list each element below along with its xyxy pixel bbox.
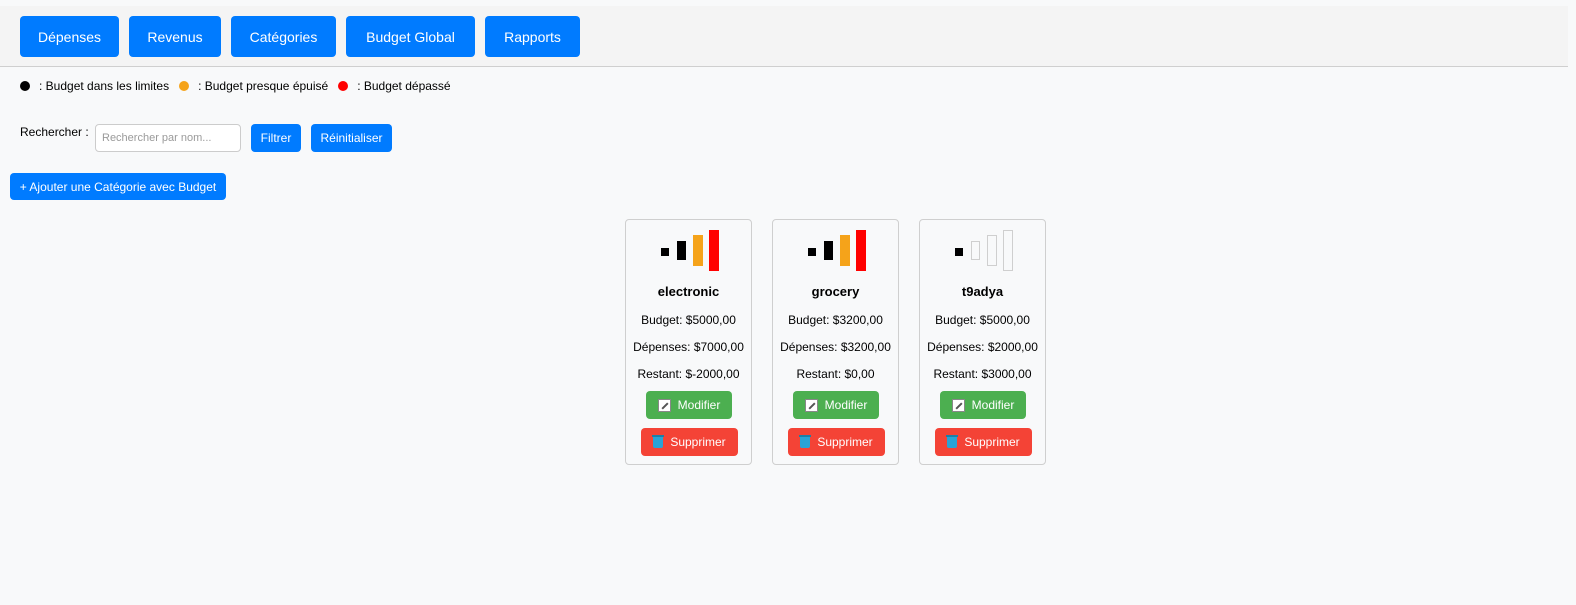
edit-label: Modifier: [971, 398, 1015, 412]
nav-rapports-button[interactable]: Rapports: [485, 16, 580, 57]
category-spent: Dépenses: $7000,00: [633, 340, 744, 354]
nav-revenus-button[interactable]: Revenus: [129, 16, 221, 57]
trash-icon: [652, 434, 665, 448]
budget-level-bar: [840, 235, 850, 266]
category-budget: Budget: $3200,00: [788, 313, 883, 327]
category-spent: Dépenses: $3200,00: [780, 340, 891, 354]
trash-icon: [799, 434, 812, 448]
budget-level-indicator: [626, 220, 753, 280]
edit-icon: [951, 398, 965, 412]
trash-icon: [946, 434, 959, 448]
budget-level-bar: [661, 248, 669, 256]
edit-label: Modifier: [824, 398, 868, 412]
top-navbar: Dépenses Revenus Catégories Budget Globa…: [0, 6, 1568, 67]
budget-level-bar: [856, 230, 866, 271]
delete-button[interactable]: Supprimer: [935, 428, 1032, 456]
search-label: Rechercher :: [20, 125, 89, 139]
edit-button[interactable]: Modifier: [940, 391, 1026, 419]
legend-item-within-limits: : Budget dans les limites: [20, 79, 169, 93]
category-name: electronic: [657, 284, 720, 299]
category-budget: Budget: $5000,00: [641, 313, 736, 327]
budget-level-bar: [709, 230, 719, 271]
delete-button[interactable]: Supprimer: [788, 428, 885, 456]
edit-icon: [657, 398, 671, 412]
search-input[interactable]: [95, 124, 241, 152]
edit-icon: [804, 398, 818, 412]
edit-button[interactable]: Modifier: [646, 391, 732, 419]
budget-level-bar: [955, 248, 963, 256]
legend-label: : Budget dépassé: [357, 79, 451, 93]
legend-item-exceeded: : Budget dépassé: [338, 79, 451, 93]
category-spent: Dépenses: $2000,00: [927, 340, 1038, 354]
delete-button[interactable]: Supprimer: [641, 428, 738, 456]
category-card: electronic Budget: $5000,00 Dépenses: $7…: [625, 219, 752, 465]
legend-label: : Budget presque épuisé: [198, 79, 329, 93]
add-category-button[interactable]: + Ajouter une Catégorie avec Budget: [10, 173, 226, 200]
edit-label: Modifier: [677, 398, 721, 412]
budget-level-bar: [677, 241, 686, 260]
budget-level-bar: [1003, 230, 1013, 271]
red-dot-icon: [338, 81, 349, 91]
delete-label: Supprimer: [817, 435, 873, 449]
budget-level-indicator: [773, 220, 900, 280]
nav-budget-global-button[interactable]: Budget Global: [346, 16, 475, 57]
delete-label: Supprimer: [670, 435, 726, 449]
edit-button[interactable]: Modifier: [793, 391, 879, 419]
nav-depenses-button[interactable]: Dépenses: [20, 16, 119, 57]
category-remaining: Restant: $-2000,00: [637, 367, 740, 381]
black-dot-icon: [20, 81, 30, 91]
delete-label: Supprimer: [964, 435, 1020, 449]
category-name: t9adya: [961, 284, 1004, 299]
category-budget: Budget: $5000,00: [935, 313, 1030, 327]
nav-categories-button[interactable]: Catégories: [231, 16, 336, 57]
budget-level-bar: [971, 241, 980, 260]
legend-item-almost-exhausted: : Budget presque épuisé: [179, 79, 328, 93]
category-remaining: Restant: $0,00: [796, 367, 875, 381]
legend-label: : Budget dans les limites: [39, 79, 170, 93]
reset-button[interactable]: Réinitialiser: [311, 124, 392, 152]
budget-level-bar: [987, 235, 997, 266]
category-card: t9adya Budget: $5000,00 Dépenses: $2000,…: [919, 219, 1046, 465]
budget-level-bar: [824, 241, 833, 260]
filter-button[interactable]: Filtrer: [251, 124, 301, 152]
budget-level-bar: [693, 235, 703, 266]
category-remaining: Restant: $3000,00: [933, 367, 1032, 381]
category-card: grocery Budget: $3200,00 Dépenses: $3200…: [772, 219, 899, 465]
category-name: grocery: [811, 284, 860, 299]
budget-level-indicator: [920, 220, 1047, 280]
budget-level-bar: [808, 248, 816, 256]
orange-dot-icon: [179, 81, 190, 91]
budget-status-legend: : Budget dans les limites : Budget presq…: [20, 79, 461, 93]
